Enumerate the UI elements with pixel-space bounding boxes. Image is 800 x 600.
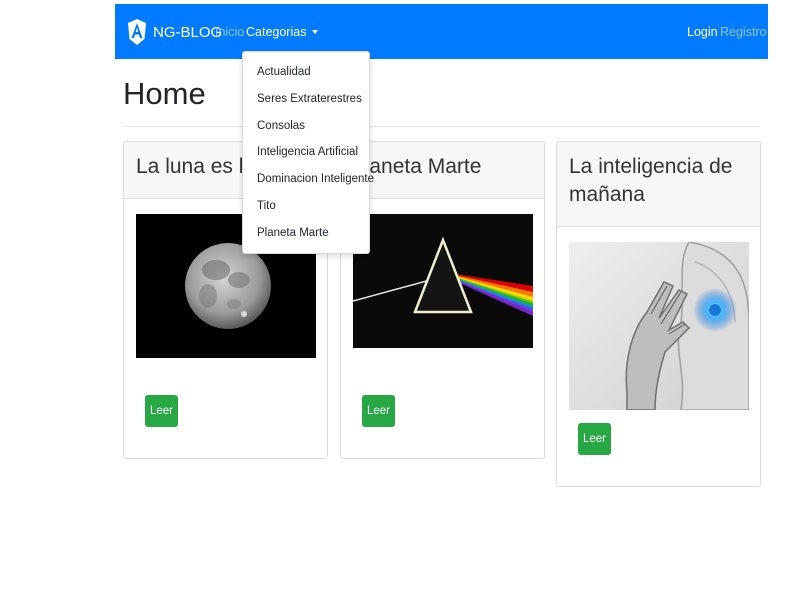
dropdown-item-planeta-marte[interactable]: Planeta Marte [257,227,329,239]
dropdown-item-dominacion-inteligente[interactable]: Dominacion Inteligente [257,173,374,185]
nav-login[interactable]: Login [687,25,718,39]
angular-logo-icon [128,19,146,45]
post-title: La inteligencia de mañana [557,142,760,227]
categorias-dropdown-menu: Actualidad Seres Extraterestres Consolas… [242,51,374,254]
dropdown-item-consolas[interactable]: Consolas [257,120,305,132]
nav-categorias-label: Categorias [246,25,307,39]
post-card: La inteligencia de mañana Leer [556,141,761,487]
leer-button[interactable]: Leer [145,395,178,427]
leer-button[interactable]: Leer [578,423,611,455]
post-card: planeta Marte Leer [340,141,545,459]
prism-image [353,214,533,348]
dropdown-item-actualidad[interactable]: Actualidad [257,66,311,78]
page-title: Home [123,76,206,111]
post-title: planeta Marte [341,142,544,199]
brand-name: NG-BLOG [153,23,223,41]
leer-button[interactable]: Leer [362,395,395,427]
dropdown-item-tito[interactable]: Tito [257,200,276,212]
navbar: NG-BLOG Inicio Categorias Login Registro [115,4,768,59]
robot-image [569,242,749,410]
nav-categorias[interactable]: Categorias [246,25,319,39]
nav-registro[interactable]: Registro [720,25,767,39]
divider [123,126,760,127]
caret-down-icon [312,30,319,34]
brand[interactable]: NG-BLOG [127,17,222,47]
dropdown-item-seres-extraterestres[interactable]: Seres Extraterestres [257,93,362,105]
dropdown-item-inteligencia-artificial[interactable]: Inteligencia Artificial [257,146,358,158]
nav-inicio[interactable]: Inicio [215,25,244,39]
